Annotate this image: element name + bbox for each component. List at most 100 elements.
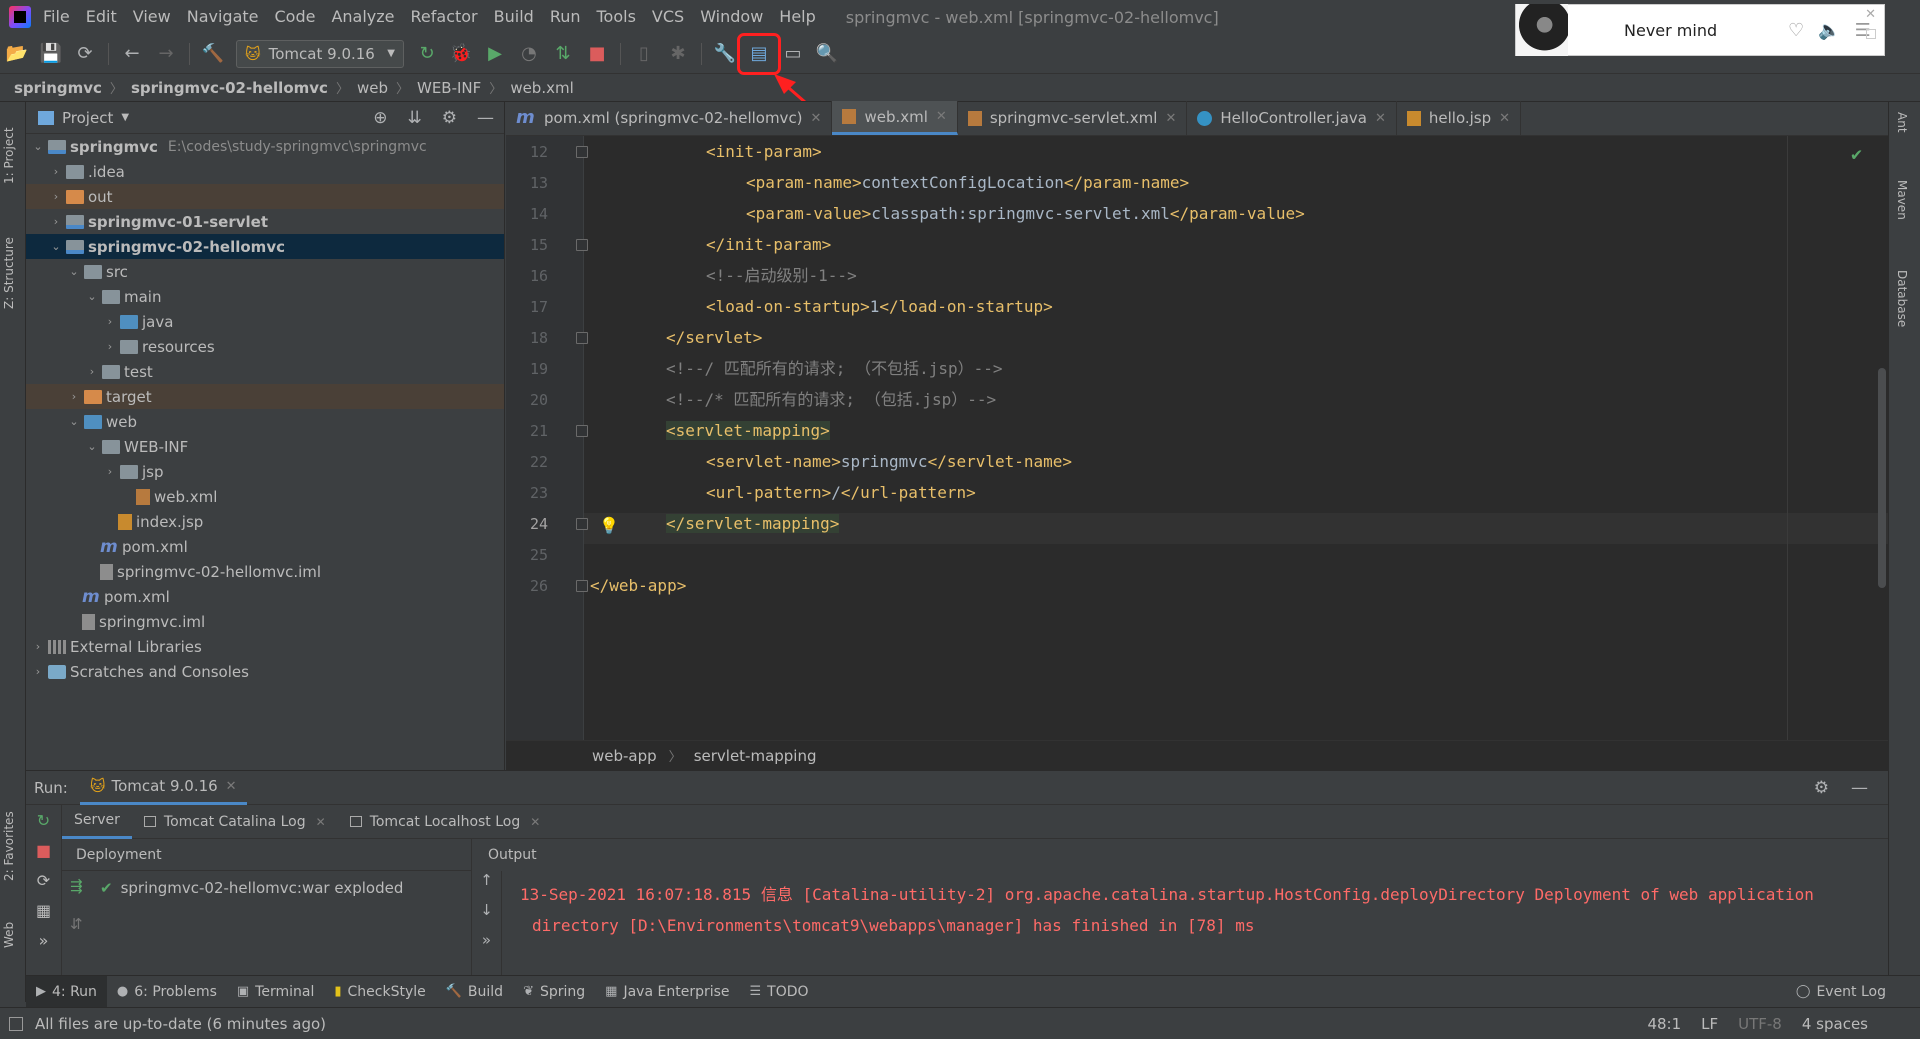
tool-tab-build[interactable]: 🔨 Build	[436, 976, 513, 1008]
indent-setting[interactable]: 4 spaces	[1802, 1015, 1868, 1033]
menu-build[interactable]: Build	[486, 0, 542, 34]
fold-marker-icon[interactable]	[576, 580, 588, 592]
chevron-down-icon[interactable]: ⌄	[84, 440, 100, 453]
chevron-down-icon[interactable]: ⌄	[30, 140, 46, 153]
update-app-icon[interactable]: ⇅	[546, 38, 580, 70]
project-structure-icon[interactable]: ▤	[737, 32, 781, 75]
chevron-right-icon[interactable]: ›	[48, 165, 64, 178]
device-icon[interactable]: ▯	[627, 38, 661, 70]
close-icon[interactable]: ✕	[316, 815, 326, 829]
tree-node[interactable]: › .idea	[26, 159, 504, 184]
menu-run[interactable]: Run	[542, 0, 589, 34]
more-icon[interactable]: »	[26, 925, 61, 955]
subtab-catalina-log[interactable]: Tomcat Catalina Log ✕	[132, 805, 338, 839]
chevron-right-icon[interactable]: ›	[66, 390, 82, 403]
rerun-icon[interactable]: ↻	[26, 805, 61, 835]
open-folder-icon[interactable]: 📂	[0, 38, 34, 70]
menu-view[interactable]: View	[125, 0, 179, 34]
subtab-localhost-log[interactable]: Tomcat Localhost Log ✕	[338, 805, 553, 839]
breadcrumb-item[interactable]: springmvc	[14, 79, 102, 97]
tool-tab-spring[interactable]: ❦ Spring	[513, 976, 595, 1008]
tree-node[interactable]: ⌄ src	[26, 259, 504, 284]
tool-tab-project[interactable]: 1: Project	[2, 110, 24, 202]
tree-node[interactable]: › Scratches and Consoles	[26, 659, 504, 684]
editor-tab-pom[interactable]: m pom.xml (springmvc-02-hellomvc) ✕	[506, 101, 833, 135]
lightbulb-icon[interactable]: 💡	[599, 516, 619, 535]
menu-edit[interactable]: Edit	[78, 0, 125, 34]
menu-analyze[interactable]: Analyze	[323, 0, 402, 34]
close-icon[interactable]: ✕	[530, 815, 540, 829]
chevron-right-icon[interactable]: ›	[30, 665, 46, 678]
build-hammer-icon[interactable]: 🔨	[196, 38, 230, 70]
tree-node[interactable]: ⌄ springmvc E:\codes\study-springmvc\spr…	[26, 134, 504, 159]
tool-tab-web[interactable]: Web	[2, 910, 24, 960]
more-icon[interactable]: »	[472, 931, 501, 961]
tool-tab-run[interactable]: ▶ 4: Run	[26, 975, 107, 1008]
tree-node[interactable]: › springmvc-01-servlet	[26, 209, 504, 234]
breadcrumb-item[interactable]: WEB-INF	[417, 79, 481, 97]
collapse-all-icon[interactable]: ⇊	[408, 108, 422, 128]
save-icon[interactable]: 💾	[34, 38, 68, 70]
chevron-down-icon[interactable]: ⌄	[66, 265, 82, 278]
undeploy-icon[interactable]: ⇵	[70, 915, 83, 933]
chevron-down-icon[interactable]: ▼	[121, 112, 129, 123]
editor-tab-springmvc-servlet[interactable]: springmvc-servlet.xml ✕	[958, 101, 1188, 135]
tree-node[interactable]: › out	[26, 184, 504, 209]
chevron-down-icon[interactable]: ⌄	[66, 415, 82, 428]
tree-node[interactable]: › target	[26, 384, 504, 409]
close-icon[interactable]: ✕	[811, 111, 822, 126]
tool-tab-todo[interactable]: ☰ TODO	[740, 976, 819, 1008]
coverage-icon[interactable]: ▶	[478, 38, 512, 70]
close-icon[interactable]: ✕	[1165, 111, 1176, 126]
subtab-server[interactable]: Server	[62, 805, 132, 839]
tool-tab-database[interactable]: Database	[1895, 270, 1909, 327]
menu-code[interactable]: Code	[267, 0, 324, 34]
gear-icon[interactable]: ⚙	[442, 108, 457, 128]
editor-tab-hello-jsp[interactable]: hello.jsp ✕	[1397, 101, 1522, 135]
hide-panel-icon[interactable]: —	[1851, 778, 1868, 798]
fold-marker-icon[interactable]	[576, 332, 588, 344]
back-icon[interactable]: ←	[115, 38, 149, 70]
debug-bug-icon[interactable]: 🐞	[444, 38, 478, 70]
refresh-icon[interactable]: ⟳	[26, 865, 61, 895]
structure-crumb[interactable]: servlet-mapping	[694, 747, 817, 765]
tree-node[interactable]: › java	[26, 309, 504, 334]
close-icon[interactable]: ✕	[1375, 111, 1386, 126]
menu-refactor[interactable]: Refactor	[403, 0, 486, 34]
tree-node[interactable]: m pom.xml	[26, 534, 504, 559]
code-editor[interactable]: 12 13 14 15 16 17 18 19 20 21 22 23 24 2…	[506, 136, 1888, 740]
breadcrumb-item[interactable]: web	[357, 79, 388, 97]
breadcrumb-item[interactable]: springmvc-02-hellomvc	[131, 79, 328, 97]
chevron-right-icon[interactable]: ›	[102, 465, 118, 478]
arrow-up-icon[interactable]: ↑	[472, 871, 501, 901]
close-icon[interactable]: ✕	[936, 109, 947, 124]
tree-node[interactable]: › External Libraries	[26, 634, 504, 659]
chevron-right-icon[interactable]: ›	[30, 640, 46, 653]
close-icon[interactable]: ✕	[1865, 7, 1876, 22]
menu-window[interactable]: Window	[692, 0, 771, 34]
arrow-down-icon[interactable]: ↓	[472, 901, 501, 931]
chevron-right-icon[interactable]: ›	[48, 190, 64, 203]
tool-tab-maven[interactable]: Maven	[1895, 180, 1909, 220]
tree-node[interactable]: springmvc-02-hellomvc.iml	[26, 559, 504, 584]
fold-marker-icon[interactable]	[576, 518, 588, 530]
tree-node[interactable]: › resources	[26, 334, 504, 359]
tree-node[interactable]: ⌄ main	[26, 284, 504, 309]
tree-node[interactable]: › jsp	[26, 459, 504, 484]
tree-node[interactable]: ⌄ web	[26, 409, 504, 434]
project-panel-title[interactable]: Project	[62, 109, 113, 127]
chevron-right-icon[interactable]: ›	[48, 215, 64, 228]
gear-icon[interactable]: ⚙	[1814, 778, 1829, 798]
chevron-right-icon[interactable]: ›	[102, 315, 118, 328]
fold-marker-icon[interactable]	[576, 425, 588, 437]
tool-tab-ant[interactable]: Ant	[1895, 112, 1909, 133]
tree-node[interactable]: web.xml	[26, 484, 504, 509]
chevron-right-icon[interactable]: ›	[84, 365, 100, 378]
tool-tab-java-enterprise[interactable]: ▦ Java Enterprise	[595, 976, 739, 1008]
close-icon[interactable]: ✕	[226, 779, 237, 794]
menu-navigate[interactable]: Navigate	[179, 0, 267, 34]
stop-icon[interactable]: ■	[26, 835, 61, 865]
menu-file[interactable]: File	[39, 0, 78, 34]
search-icon[interactable]: 🔍	[810, 38, 844, 70]
menu-vcs[interactable]: VCS	[644, 0, 692, 34]
